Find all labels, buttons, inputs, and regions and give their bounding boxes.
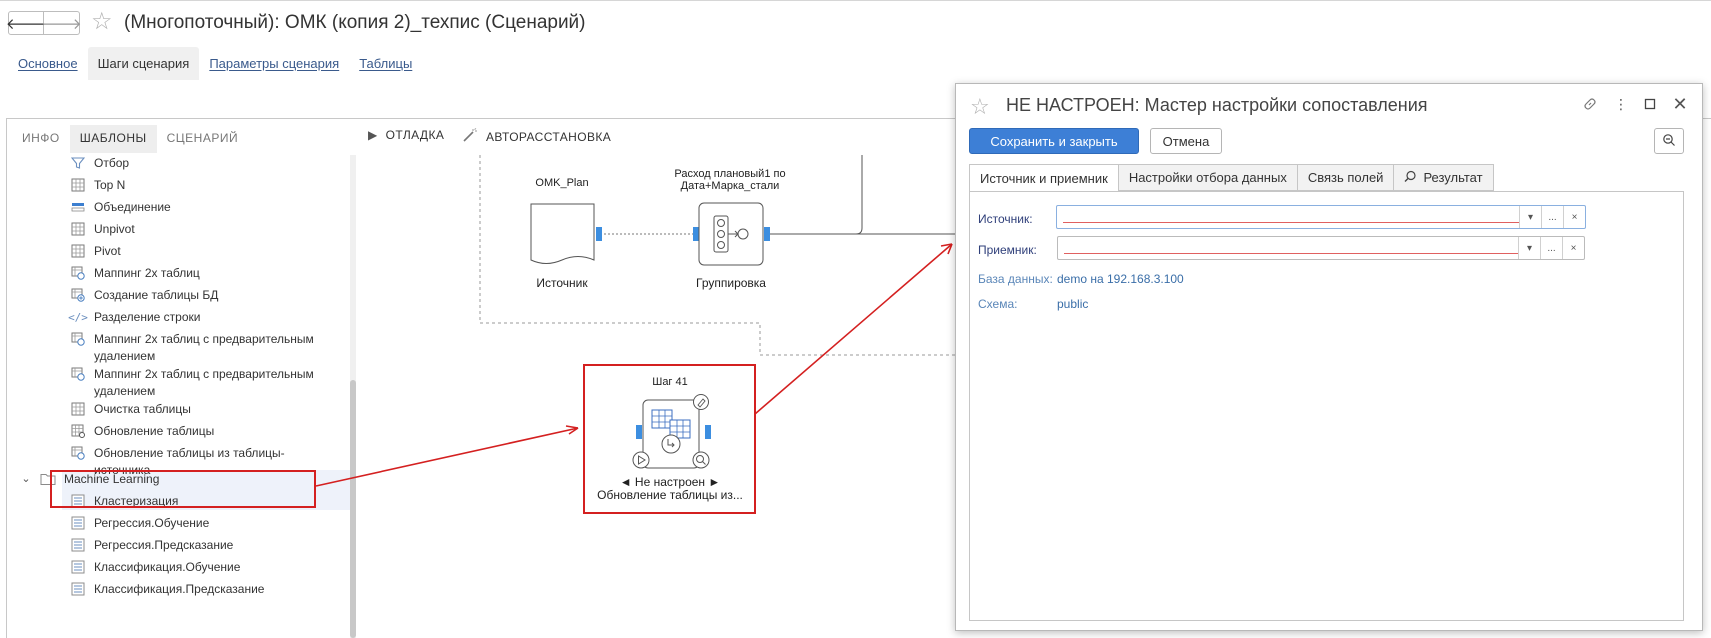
tab-result-label: Результат xyxy=(1423,170,1483,185)
target-field[interactable]: ▾ ... × xyxy=(1057,236,1585,260)
more-menu-icon[interactable]: ⋮ xyxy=(1611,94,1631,114)
node-grouping-caption-line2: Дата+Марка_стали xyxy=(680,180,780,192)
tab-field-mapping[interactable]: Связь полей xyxy=(1297,164,1395,191)
search-icon xyxy=(1404,170,1417,186)
link-icon[interactable] xyxy=(1580,94,1600,114)
source-target-panel: Источник: ▾ ... × Приемник: ▾ ... × База… xyxy=(969,191,1684,621)
zoom-out-icon xyxy=(1662,133,1676,150)
close-icon[interactable]: ✕ xyxy=(1670,94,1690,114)
node-source-port[interactable] xyxy=(596,227,602,241)
node-grouping-caption-line1: Расход плановый1 по xyxy=(674,168,786,180)
mapping-wizard-dialog: ☆ НЕ НАСТРОЕН: Мастер настройки сопостав… xyxy=(955,83,1703,631)
database-label: База данных: xyxy=(978,272,1053,286)
tab-source-target[interactable]: Источник и приемник xyxy=(969,164,1119,192)
dialog-tabs: Источник и приемник Настройки отбора дан… xyxy=(969,164,1494,192)
tab-data-filter[interactable]: Настройки отбора данных xyxy=(1118,164,1298,191)
source-select-button[interactable]: ... xyxy=(1541,206,1563,228)
grouping-icon[interactable] xyxy=(698,202,764,266)
node-step-caption: Шаг 41 xyxy=(652,376,688,388)
node-step-text: ◄ Не настроен ► Обновление таблицы из... xyxy=(590,476,750,502)
required-underline xyxy=(1063,222,1519,223)
dialog-title: НЕ НАСТРОЕН: Мастер настройки сопоставле… xyxy=(1006,95,1428,115)
document-icon[interactable] xyxy=(530,203,596,267)
node-grouping-name: Группировка xyxy=(696,276,766,290)
favorite-star-icon[interactable]: ☆ xyxy=(970,94,990,120)
tab-result[interactable]: Результат xyxy=(1394,164,1494,191)
node-grouping-caption: Расход плановый1 по Дата+Марка_стали xyxy=(665,168,795,192)
target-clear-button[interactable]: × xyxy=(1562,237,1584,259)
node-source-name: Источник xyxy=(536,276,588,290)
source-clear-button[interactable]: × xyxy=(1563,206,1585,228)
schema-label: Схема: xyxy=(978,297,1018,311)
node-grouping-out-port[interactable] xyxy=(764,227,770,241)
save-and-close-button[interactable]: Сохранить и закрыть xyxy=(969,128,1139,154)
cancel-button[interactable]: Отмена xyxy=(1150,128,1222,154)
target-select-button[interactable]: ... xyxy=(1540,237,1562,259)
source-dropdown-button[interactable]: ▾ xyxy=(1519,206,1541,228)
schema-value: public xyxy=(1057,297,1089,311)
target-dropdown-button[interactable]: ▾ xyxy=(1518,237,1540,259)
update-table-step-icon[interactable] xyxy=(630,394,714,476)
node-step-status: ◄ Не настроен ► xyxy=(619,475,721,489)
maximize-icon[interactable] xyxy=(1640,94,1660,114)
zoom-button[interactable] xyxy=(1654,128,1684,154)
node-step-out-port[interactable] xyxy=(705,425,711,439)
database-value: demo на 192.168.3.100 xyxy=(1057,272,1184,286)
source-label: Источник: xyxy=(978,212,1033,226)
required-underline xyxy=(1064,253,1518,254)
node-step-name: Обновление таблицы из... xyxy=(597,488,743,502)
node-source-caption: OMK_Plan xyxy=(535,177,589,189)
source-field[interactable]: ▾ ... × xyxy=(1056,205,1586,229)
target-label: Приемник: xyxy=(978,243,1037,257)
